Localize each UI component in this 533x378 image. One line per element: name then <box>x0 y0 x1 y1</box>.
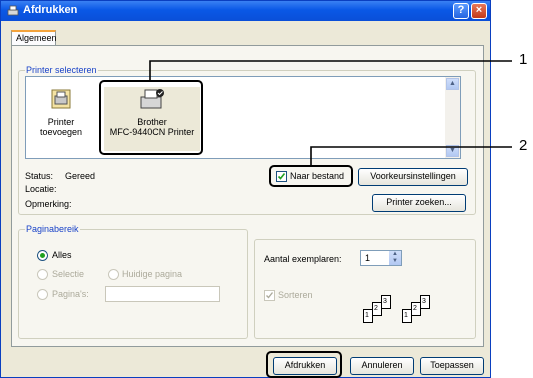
printer-icon <box>7 5 19 16</box>
pages-radio[interactable] <box>37 289 48 300</box>
group-label: Printer selecteren <box>25 65 98 75</box>
printer-item-add[interactable]: Printer toevoegen <box>34 87 88 137</box>
printer-list-scrollbar[interactable]: ▲ ▼ <box>445 77 460 158</box>
callout-2-box <box>269 165 353 187</box>
collate-label[interactable]: Sorteren <box>278 290 313 300</box>
add-printer-icon <box>51 89 71 109</box>
apply-button[interactable]: Toepassen <box>420 357 484 375</box>
scroll-down-button[interactable]: ▼ <box>446 145 459 157</box>
copies-value: 1 <box>365 253 371 263</box>
printer-list[interactable]: Printer toevoegen Brother MFC-9440CN Pri… <box>25 76 461 159</box>
close-button[interactable]: × <box>471 3 487 19</box>
selection-radio[interactable] <box>37 269 48 280</box>
scroll-up-button[interactable]: ▲ <box>446 78 459 90</box>
find-printer-button[interactable]: Printer zoeken... <box>372 194 466 212</box>
copies-label: Aantal exemplaren: <box>264 254 342 264</box>
window-title: Afdrukken <box>23 4 78 16</box>
status-label: Status: <box>25 171 54 181</box>
copies-input[interactable]: 1 ▲ ▼ <box>360 250 402 266</box>
current-page-label[interactable]: Huidige pagina <box>122 269 182 279</box>
status-value: Gereed <box>65 171 96 181</box>
cancel-button[interactable]: Annuleren <box>350 357 414 375</box>
pages-input[interactable] <box>105 286 220 302</box>
callout-print-box <box>266 351 342 378</box>
pages-label[interactable]: Pagina's: <box>52 289 89 299</box>
collate-checkbox[interactable] <box>264 290 275 301</box>
preferences-button[interactable]: Voorkeursinstellingen <box>358 168 468 186</box>
group-label: Paginabereik <box>25 224 80 234</box>
printer-item-line2: toevoegen <box>39 127 83 137</box>
location-label: Locatie: <box>25 184 57 194</box>
copies-spinner[interactable]: ▲ ▼ <box>389 251 401 265</box>
tab-general[interactable]: Algemeen <box>11 30 57 46</box>
comment-label: Opmerking: <box>25 199 72 209</box>
callout-1-number: 1 <box>519 51 528 68</box>
help-button[interactable]: ? <box>453 3 469 19</box>
callout-1-box <box>99 80 203 155</box>
print-dialog: Afdrukken ? × Algemeen Printer selectere… <box>0 0 491 378</box>
selection-label[interactable]: Selectie <box>52 269 84 279</box>
all-pages-radio[interactable] <box>37 250 48 261</box>
callout-2-number: 2 <box>519 137 528 154</box>
current-page-radio[interactable] <box>108 269 119 280</box>
collate-page: 3 <box>381 295 391 309</box>
title-bar: Afdrukken ? × <box>1 1 490 21</box>
all-pages-label[interactable]: Alles <box>52 250 72 260</box>
page-range-group: Paginabereik <box>18 224 248 339</box>
printer-item-line1: Printer <box>47 117 75 127</box>
collate-page: 3 <box>420 295 430 309</box>
checkmark-icon <box>266 292 274 299</box>
